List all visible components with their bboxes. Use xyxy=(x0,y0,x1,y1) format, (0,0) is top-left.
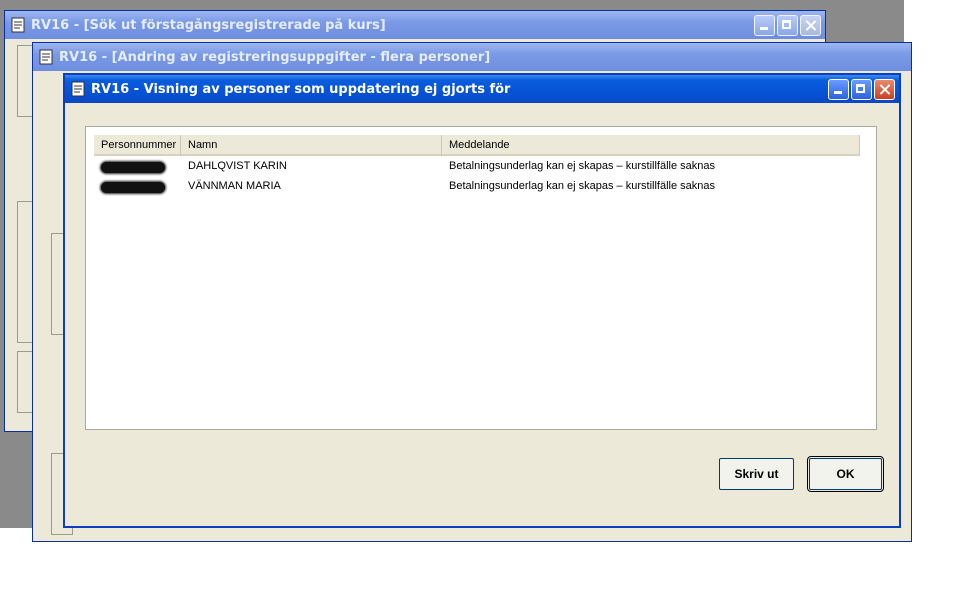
dialog-title: RV16 - Visning av personer som uppdateri… xyxy=(91,81,511,97)
table-row[interactable]: VÄNNMAN MARIA Betalningsunderlag kan ej … xyxy=(94,178,868,198)
column-header-personnummer[interactable]: Personnummer xyxy=(94,135,181,156)
redacted-personnummer xyxy=(94,158,181,178)
titlebar-search-first-time[interactable]: RV16 - [Sök ut förstagångsregistrerade p… xyxy=(5,11,825,39)
redacted-personnummer xyxy=(94,178,181,198)
grid-header: Personnummer Namn Meddelande xyxy=(94,135,868,156)
cell-namn: DAHLQVIST KARIN xyxy=(188,160,287,172)
close-button[interactable] xyxy=(800,14,821,36)
maximize-button[interactable] xyxy=(851,78,872,100)
titlebar-change-registration[interactable]: RV16 - [Ändring av registreringsuppgifte… xyxy=(33,43,911,71)
print-button[interactable]: Skriv ut xyxy=(719,458,794,490)
window-title: RV16 - [Ändring av registreringsuppgifte… xyxy=(59,49,491,65)
table-row[interactable]: DAHLQVIST KARIN Betalningsunderlag kan e… xyxy=(94,158,868,178)
maximize-button[interactable] xyxy=(777,14,798,36)
ok-button[interactable]: OK xyxy=(807,456,884,492)
column-header-meddelande[interactable]: Meddelande xyxy=(442,135,860,156)
column-header-namn[interactable]: Namn xyxy=(181,135,442,156)
document-icon xyxy=(11,17,25,33)
minimize-button[interactable] xyxy=(828,78,849,100)
document-icon xyxy=(71,81,85,97)
window-title: RV16 - [Sök ut förstagångsregistrerade p… xyxy=(31,17,386,33)
titlebar-dialog[interactable]: RV16 - Visning av personer som uppdateri… xyxy=(65,75,899,103)
document-icon xyxy=(39,49,53,65)
cell-meddelande: Betalningsunderlag kan ej skapas – kurst… xyxy=(449,160,715,172)
cell-meddelande: Betalningsunderlag kan ej skapas – kurst… xyxy=(449,180,715,192)
close-button[interactable] xyxy=(874,78,895,100)
persons-grid[interactable]: Personnummer Namn Meddelande DAHLQVIST K… xyxy=(85,126,877,430)
minimize-button[interactable] xyxy=(754,14,775,36)
cell-namn: VÄNNMAN MARIA xyxy=(188,180,281,192)
